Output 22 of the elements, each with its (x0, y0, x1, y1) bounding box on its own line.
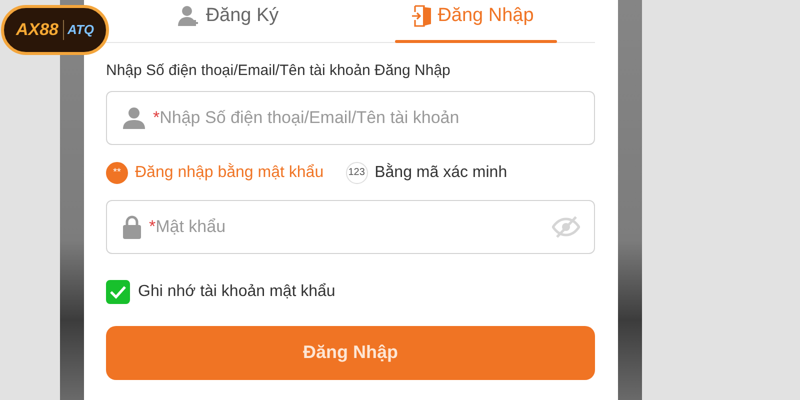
input-field[interactable]: *Mật khẩu (106, 200, 595, 254)
checkbox[interactable] (106, 280, 130, 304)
input-field[interactable]: *Nhập Số điện thoại/Email/Tên tài khoản (106, 90, 595, 144)
lock-icon (123, 214, 141, 238)
partner-logo-text: ATQ (62, 20, 94, 40)
login-door-icon (412, 5, 432, 27)
method-badge: 123 (346, 162, 368, 184)
login-method-option[interactable]: 123 Bằng mã xác minh (346, 160, 508, 184)
hidden-eye-icon[interactable] (552, 216, 580, 238)
login-button[interactable]: Đăng Nhập (106, 326, 595, 380)
login-method-option[interactable]: ** Đăng nhập bằng mật khẩu (106, 160, 324, 184)
brand-logo-text: AX88 (16, 19, 59, 42)
tab[interactable]: Đăng Ký (106, 0, 350, 42)
required-mark: * (153, 106, 160, 129)
tab[interactable]: Đăng Nhập (350, 0, 595, 42)
field-label: Nhập Số điện thoại/Email/Tên tài khoản Đăng Nhập (106, 61, 452, 81)
user-icon (123, 106, 145, 128)
check-icon (110, 284, 126, 298)
add-user-icon (178, 5, 200, 27)
checkbox-label: Ghi nhớ tài khoản mật khẩu (138, 282, 336, 302)
method-badge: ** (106, 162, 128, 184)
required-mark: * (149, 216, 156, 238)
